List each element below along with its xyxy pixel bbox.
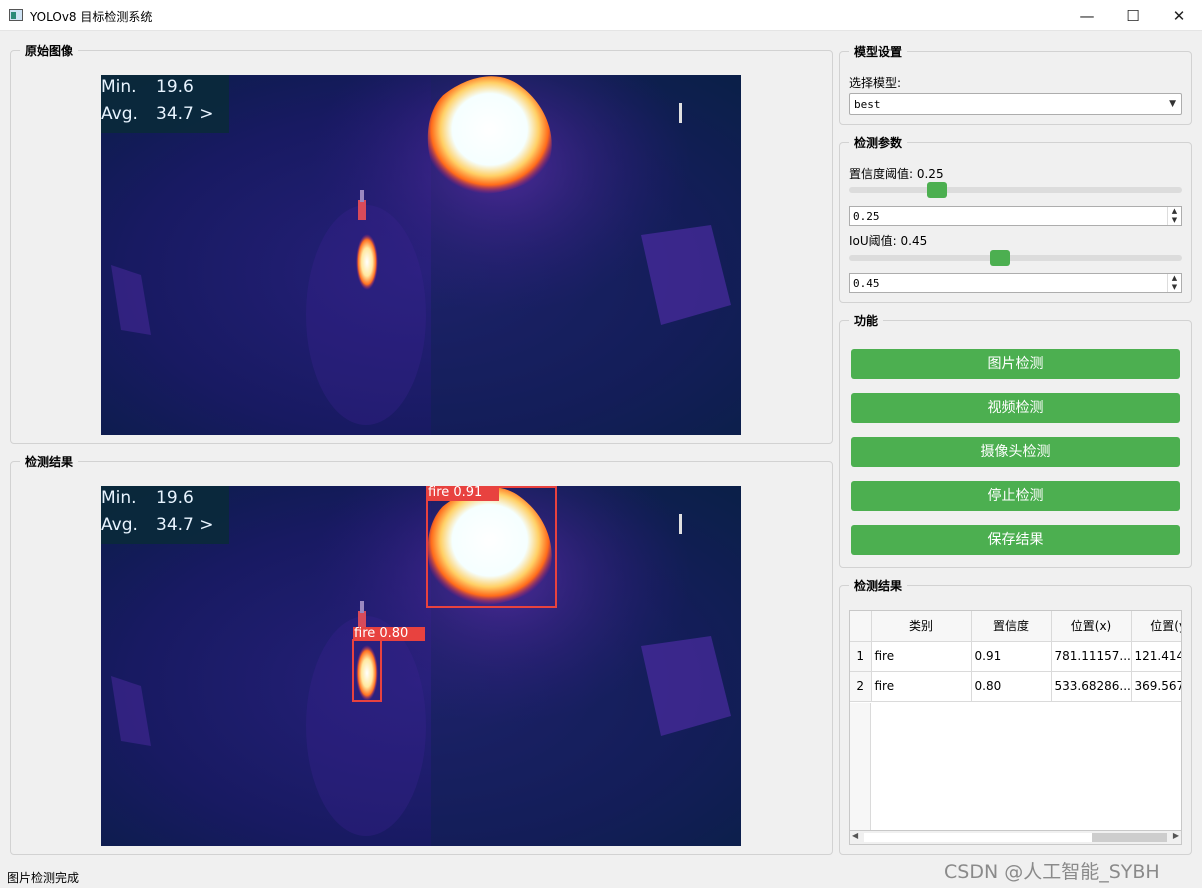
avg-value: 34.7 >	[156, 104, 214, 124]
chevron-down-icon: ▼	[1169, 99, 1176, 109]
image-detect-button[interactable]: 图片检测	[851, 349, 1180, 379]
avg-label: Avg.	[101, 104, 138, 124]
detect-params-title: 检测参数	[849, 134, 908, 151]
stop-detect-button[interactable]: 停止检测	[851, 481, 1180, 511]
column-header[interactable]: 置信度	[971, 611, 1052, 642]
results-table[interactable]: 类别 置信度 位置(x) 位置(y) 1 fire 0.91 781.11157…	[849, 610, 1182, 845]
spinbox-arrows-icon[interactable]: ▲ ▼	[1167, 274, 1181, 292]
row-number[interactable]: 1	[850, 641, 872, 672]
iou-threshold-text: IoU阈值: 0.45	[849, 234, 928, 248]
iou-slider[interactable]	[849, 250, 1182, 266]
result-image-title: 检测结果	[20, 453, 79, 470]
conf-spinbox[interactable]: 0.25 ▲ ▼	[849, 206, 1182, 226]
conf-threshold-text: 置信度阈值: 0.25	[849, 167, 944, 181]
avg-label: Avg.	[101, 515, 138, 535]
status-message: 图片检测完成	[7, 871, 80, 885]
row-number[interactable]: 2	[850, 671, 872, 702]
column-header[interactable]: 位置(y)	[1131, 611, 1181, 642]
cell-class[interactable]: fire	[871, 671, 972, 702]
table-corner[interactable]	[850, 611, 872, 642]
model-select-value: best	[854, 98, 881, 111]
min-value: 19.6	[156, 488, 194, 508]
horizontal-scrollbar[interactable]: ◀ ▶	[849, 830, 1182, 845]
minimize-icon: —	[1079, 6, 1095, 25]
avg-value: 34.7 >	[156, 515, 214, 535]
cell-x[interactable]: 533.68286...	[1051, 671, 1132, 702]
iou-threshold-label: IoU阈值: 0.45	[849, 232, 927, 249]
conf-threshold-label: 置信度阈值: 0.25	[849, 165, 944, 182]
camera-detect-button[interactable]: 摄像头检测	[851, 437, 1180, 467]
watermark: CSDN @人工智能_SYBH	[944, 861, 1160, 883]
original-image: Min. 19.6 Avg. 34.7 >	[101, 75, 741, 435]
cell-x[interactable]: 781.11157...	[1051, 641, 1132, 672]
cell-confidence[interactable]: 0.91	[971, 641, 1052, 672]
cell-y[interactable]: 369.5676	[1131, 671, 1181, 702]
model-select-label: 选择模型:	[849, 76, 902, 90]
conf-slider[interactable]	[849, 182, 1182, 198]
column-header[interactable]: 位置(x)	[1051, 611, 1132, 642]
table-header-row: 类别 置信度 位置(x) 位置(y)	[850, 611, 1181, 642]
min-value: 19.6	[156, 77, 194, 97]
detection-label-1: fire 0.91	[428, 486, 483, 500]
scrollbar-thumb[interactable]	[1092, 833, 1167, 842]
scroll-right-icon[interactable]: ▶	[1173, 831, 1179, 840]
column-header[interactable]: 类别	[871, 611, 972, 642]
min-label: Min.	[101, 77, 137, 97]
cell-y[interactable]: 121.4141	[1131, 641, 1181, 672]
detection-label-2: fire 0.80	[354, 626, 409, 641]
maximize-icon: ☐	[1126, 6, 1140, 25]
table-row[interactable]: 1 fire 0.91 781.11157... 121.4141	[850, 641, 1181, 672]
minimize-button[interactable]: —	[1064, 0, 1110, 31]
conf-spinbox-value: 0.25	[853, 210, 880, 223]
cell-class[interactable]: fire	[871, 641, 972, 672]
scroll-left-icon[interactable]: ◀	[852, 831, 858, 840]
original-image-title: 原始图像	[20, 42, 79, 59]
conf-slider-handle[interactable]	[927, 182, 947, 198]
close-button[interactable]: ✕	[1156, 0, 1202, 31]
cell-confidence[interactable]: 0.80	[971, 671, 1052, 702]
window-title: YOLOv8 目标检测系统	[30, 10, 153, 24]
close-icon: ✕	[1172, 6, 1186, 25]
maximize-button[interactable]: ☐	[1110, 0, 1156, 31]
table-row[interactable]: 2 fire 0.80 533.68286... 369.5676	[850, 671, 1181, 702]
iou-spinbox[interactable]: 0.45 ▲ ▼	[849, 273, 1182, 293]
results-table-title: 检测结果	[849, 577, 908, 594]
scrollbar-track[interactable]	[864, 833, 1092, 842]
spinbox-arrows-icon[interactable]: ▲ ▼	[1167, 207, 1181, 225]
save-result-button[interactable]: 保存结果	[851, 525, 1180, 555]
result-image: Min. 19.6 Avg. 34.7 > fire 0.91 fire 0.8…	[101, 486, 741, 846]
title-bar: YOLOv8 目标检测系统 — ☐ ✕	[0, 0, 1202, 31]
video-detect-button[interactable]: 视频检测	[851, 393, 1180, 423]
row-header-filler	[850, 703, 871, 844]
min-label: Min.	[101, 488, 137, 508]
original-thermal-graphic	[101, 75, 741, 435]
functions-title: 功能	[849, 312, 884, 329]
model-settings-title: 模型设置	[849, 43, 908, 60]
result-thermal-graphic	[101, 486, 741, 846]
app-icon	[9, 9, 23, 21]
iou-slider-handle[interactable]	[990, 250, 1010, 266]
iou-spinbox-value: 0.45	[853, 277, 880, 290]
model-select[interactable]: best ▼	[849, 93, 1182, 115]
